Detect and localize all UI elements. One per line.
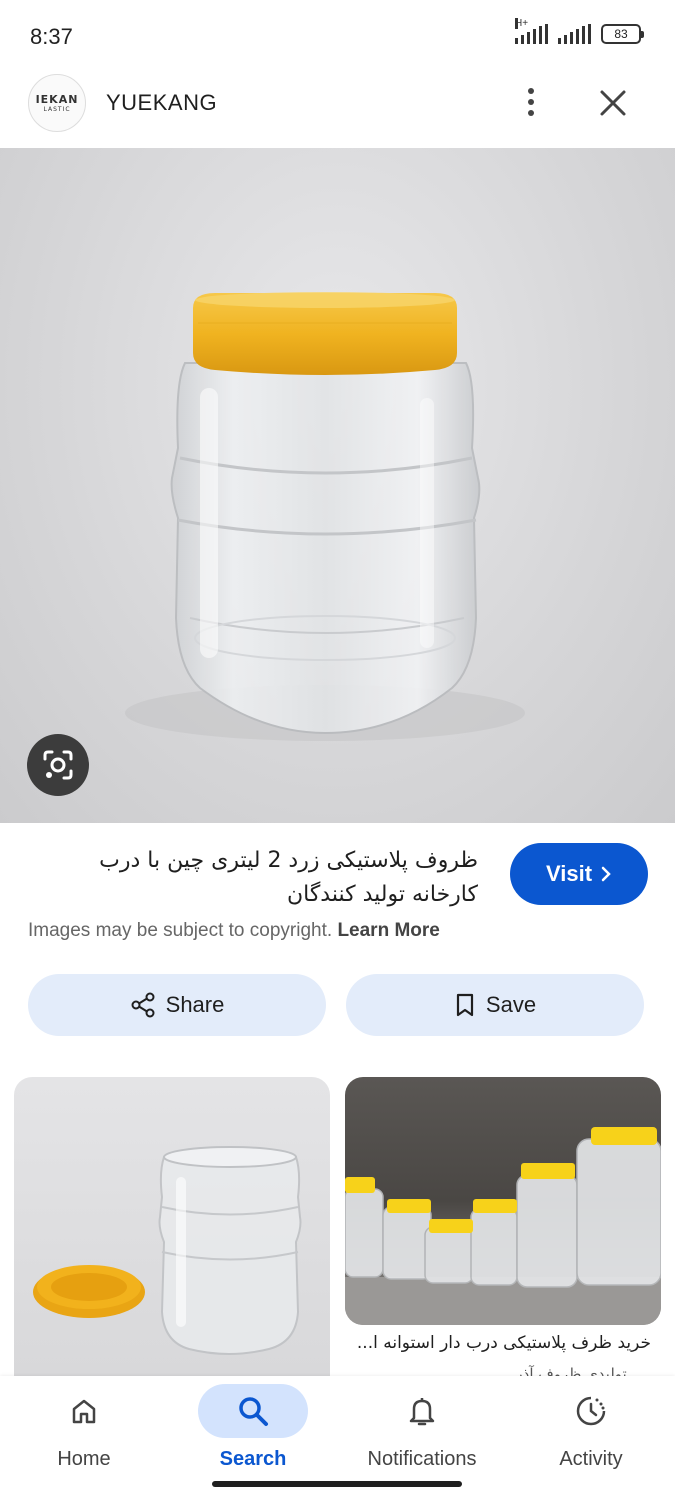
bell-icon <box>409 1398 435 1426</box>
signal-h-plus-icon: H+ <box>515 18 548 44</box>
nav-search[interactable]: Search <box>169 1376 337 1486</box>
result-image[interactable] <box>0 148 675 823</box>
bookmark-icon <box>456 993 474 1017</box>
result-title[interactable]: ظروف پلاستیکی زرد 2 لیتری چین با درب کار… <box>28 844 478 912</box>
related-caption: خرید ظرف پلاستیکی درب دار استوانه ا... <box>356 1333 651 1353</box>
site-name[interactable]: YUEKANG <box>106 90 217 116</box>
home-icon <box>72 1399 96 1424</box>
signal-icon <box>558 24 591 44</box>
gesture-home-bar[interactable] <box>212 1481 462 1487</box>
result-header: IEKAN LASTIC YUEKANG <box>0 72 675 148</box>
status-bar: 8:37 H+ 83 <box>0 0 675 72</box>
search-icon <box>239 1397 268 1426</box>
related-result-2[interactable]: خرید ظرف پلاستیکی درب دار استوانه ا... .… <box>345 1077 661 1377</box>
status-time: 8:37 <box>30 24 73 49</box>
nav-activity[interactable]: Activity <box>507 1376 675 1486</box>
copyright-notice: Images may be subject to copyright. Lear… <box>28 920 440 941</box>
save-button[interactable]: Save <box>346 974 644 1036</box>
google-lens-icon[interactable] <box>27 734 89 796</box>
chevron-right-icon <box>601 866 611 882</box>
jar-with-lid-image <box>33 1146 302 1355</box>
more-vert-icon[interactable] <box>516 84 546 120</box>
jars-group-image <box>345 1077 661 1325</box>
learn-more-link[interactable]: Learn More <box>337 920 439 941</box>
battery-icon: 83 <box>601 24 644 44</box>
status-icons: H+ 83 <box>515 18 644 44</box>
visit-button[interactable]: Visit <box>510 843 648 905</box>
plastic-jar-image <box>125 292 525 741</box>
share-button[interactable]: Share <box>28 974 326 1036</box>
related-result-1[interactable] <box>14 1077 330 1377</box>
site-logo[interactable]: IEKAN LASTIC <box>28 74 86 132</box>
share-icon <box>131 992 155 1018</box>
close-icon[interactable] <box>598 88 628 118</box>
nav-home[interactable]: Home <box>0 1376 168 1486</box>
nav-notifications[interactable]: Notifications <box>338 1376 506 1486</box>
activity-icon <box>576 1396 606 1426</box>
